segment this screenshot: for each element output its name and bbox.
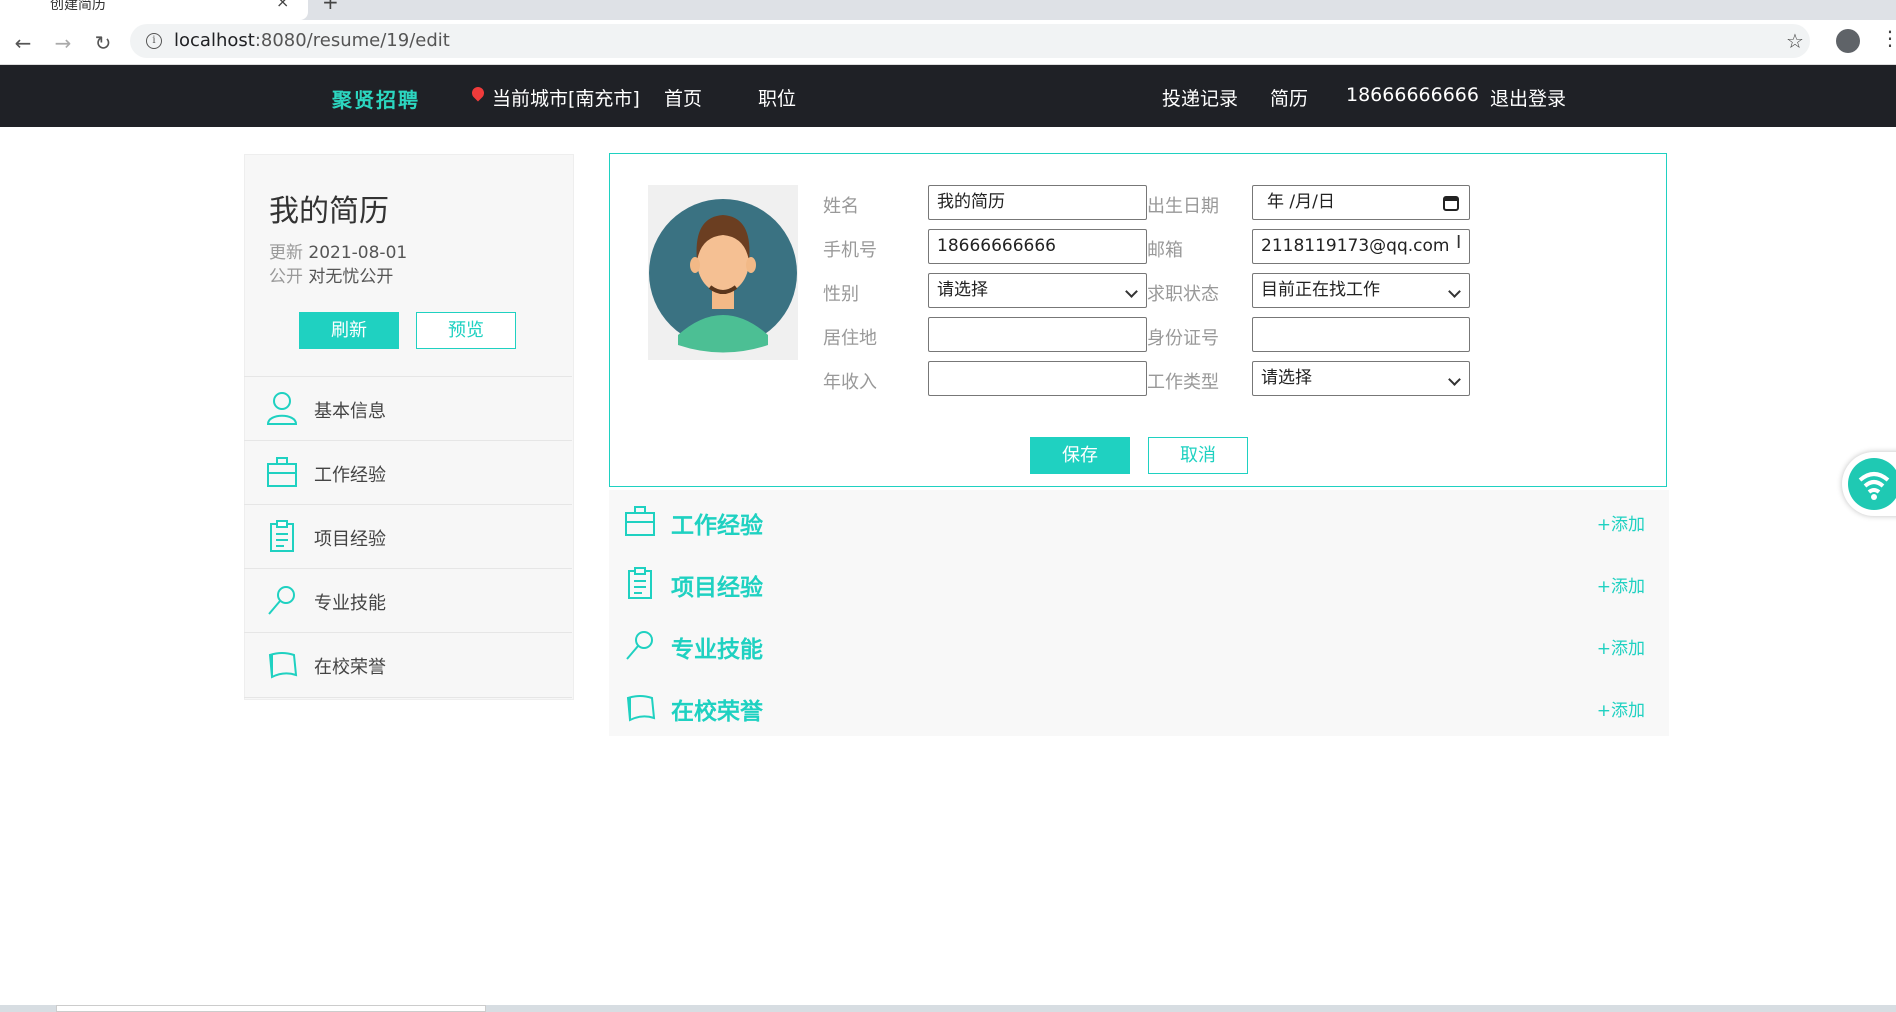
- site-logo[interactable]: 聚贤招聘: [332, 84, 420, 113]
- section-title: 工作经验: [671, 513, 763, 539]
- briefcase-icon: [625, 506, 655, 536]
- job-type-select[interactable]: 请选择: [1252, 361, 1470, 396]
- avatar: [649, 199, 797, 353]
- magnifier-icon: [268, 586, 295, 615]
- url-host: localhost: [174, 30, 255, 51]
- city-selector[interactable]: 当前城市[南充市]: [492, 84, 640, 111]
- name-field[interactable]: 我的简历: [928, 185, 1147, 220]
- sidebar-item-label: 基本信息: [314, 401, 386, 422]
- email-label: 邮箱: [1147, 240, 1183, 261]
- avatar-upload[interactable]: [648, 185, 798, 360]
- url-path: :8080/resume/19/edit: [254, 30, 450, 51]
- birthdate-value: 年 /月/日: [1267, 192, 1335, 212]
- birthdate-field[interactable]: 年 /月/日: [1252, 185, 1470, 220]
- magnifier-icon: [626, 631, 653, 660]
- sidebar-item-skills[interactable]: 专业技能: [244, 568, 572, 633]
- resume-updated: 更新 2021-08-01: [269, 238, 407, 263]
- person-icon: [266, 392, 298, 425]
- resume-visibility: 公开 对无忧公开: [269, 262, 393, 287]
- section-title: 项目经验: [671, 575, 763, 601]
- sidebar-item-label: 工作经验: [314, 465, 386, 486]
- window-minimize-icon[interactable]: –: [1818, 0, 1827, 9]
- site-info-icon[interactable]: i: [146, 33, 162, 49]
- job-status-value: 目前正在找工作: [1261, 280, 1380, 300]
- public-value: 对无忧公开: [308, 267, 394, 287]
- clipboard-icon: [628, 567, 652, 599]
- nav-resume[interactable]: 简历: [1270, 84, 1308, 111]
- nav-applications[interactable]: 投递记录: [1162, 84, 1238, 111]
- reload-icon[interactable]: ↻: [90, 30, 116, 56]
- url-text[interactable]: localhost:8080/resume/19/edit: [174, 30, 450, 51]
- birthdate-label: 出生日期: [1147, 196, 1219, 217]
- job-status-select[interactable]: 目前正在找工作: [1252, 273, 1470, 308]
- preview-button[interactable]: 预览: [416, 312, 516, 349]
- email-field[interactable]: 2118119173@qq.com: [1252, 229, 1470, 264]
- sidebar-item-honors[interactable]: 在校荣誉: [244, 632, 572, 698]
- back-icon[interactable]: ←: [10, 30, 36, 56]
- briefcase-icon: [267, 457, 297, 487]
- add-work-experience-link[interactable]: +添加: [1597, 510, 1645, 535]
- browser-tab[interactable]: [0, 0, 308, 20]
- idcard-field[interactable]: [1252, 317, 1470, 352]
- public-label: 公开: [269, 267, 303, 287]
- refresh-button[interactable]: 刷新: [299, 312, 399, 349]
- section-skills: 专业技能 +添加: [609, 614, 1669, 676]
- site-navbar: [0, 65, 1896, 127]
- cancel-button[interactable]: 取消: [1148, 437, 1248, 474]
- residence-label: 居住地: [823, 328, 877, 349]
- phone-label: 手机号: [823, 240, 877, 261]
- sidebar-item-project-experience[interactable]: 项目经验: [244, 504, 572, 569]
- nav-home[interactable]: 首页: [664, 84, 702, 111]
- bookmark-star-icon[interactable]: ☆: [1786, 29, 1804, 53]
- calendar-icon[interactable]: [1443, 195, 1459, 211]
- scroll-icon: [268, 652, 298, 679]
- job-type-label: 工作类型: [1147, 372, 1219, 393]
- bottom-bar-item[interactable]: [56, 1005, 486, 1012]
- phone-field[interactable]: 18666666666: [928, 229, 1147, 264]
- sidebar-item-label: 在校荣誉: [314, 657, 386, 678]
- resume-title: 我的简历: [269, 194, 389, 229]
- floating-wifi-widget[interactable]: [1842, 452, 1896, 516]
- nav-user-phone[interactable]: 18666666666: [1346, 84, 1479, 106]
- new-tab-icon[interactable]: +: [322, 0, 339, 14]
- section-honors: 在校荣誉 +添加: [609, 676, 1669, 738]
- save-button[interactable]: 保存: [1030, 437, 1130, 474]
- sidebar-item-label: 项目经验: [314, 529, 386, 550]
- gender-value: 请选择: [937, 280, 988, 300]
- sidebar-item-basic-info[interactable]: 基本信息: [244, 376, 572, 441]
- add-honor-link[interactable]: +添加: [1597, 696, 1645, 721]
- forward-icon[interactable]: →: [50, 30, 76, 56]
- income-field[interactable]: [928, 361, 1147, 396]
- gender-label: 性别: [823, 284, 859, 305]
- nav-jobs[interactable]: 职位: [758, 84, 796, 111]
- updated-date: 2021-08-01: [308, 243, 408, 263]
- scroll-icon: [626, 695, 656, 722]
- add-project-experience-link[interactable]: +添加: [1597, 572, 1645, 597]
- wifi-icon: [1848, 458, 1896, 510]
- add-skill-link[interactable]: +添加: [1597, 634, 1645, 659]
- sidebar-item-label: 专业技能: [314, 593, 386, 614]
- residence-field[interactable]: [928, 317, 1147, 352]
- browser-tab-title: 创建简历: [50, 0, 106, 13]
- nav-logout[interactable]: 退出登录: [1490, 84, 1566, 111]
- tab-close-icon[interactable]: ×: [276, 0, 289, 11]
- idcard-label: 身份证号: [1147, 328, 1219, 349]
- section-title: 在校荣誉: [671, 699, 763, 725]
- profile-avatar-icon[interactable]: [1836, 29, 1860, 53]
- text-cursor-icon: I: [1456, 232, 1462, 253]
- name-label: 姓名: [823, 196, 859, 217]
- section-title: 专业技能: [671, 637, 763, 663]
- browser-menu-icon[interactable]: ⋮: [1880, 26, 1896, 50]
- job-status-label: 求职状态: [1147, 284, 1219, 305]
- sidebar-item-work-experience[interactable]: 工作经验: [244, 440, 572, 505]
- section-work-experience: 工作经验 +添加: [609, 490, 1669, 552]
- job-type-value: 请选择: [1261, 368, 1312, 388]
- income-label: 年收入: [823, 372, 877, 393]
- gender-select[interactable]: 请选择: [928, 273, 1147, 308]
- section-project-experience: 项目经验 +添加: [609, 552, 1669, 614]
- clipboard-icon: [270, 520, 294, 552]
- updated-label: 更新: [269, 243, 303, 263]
